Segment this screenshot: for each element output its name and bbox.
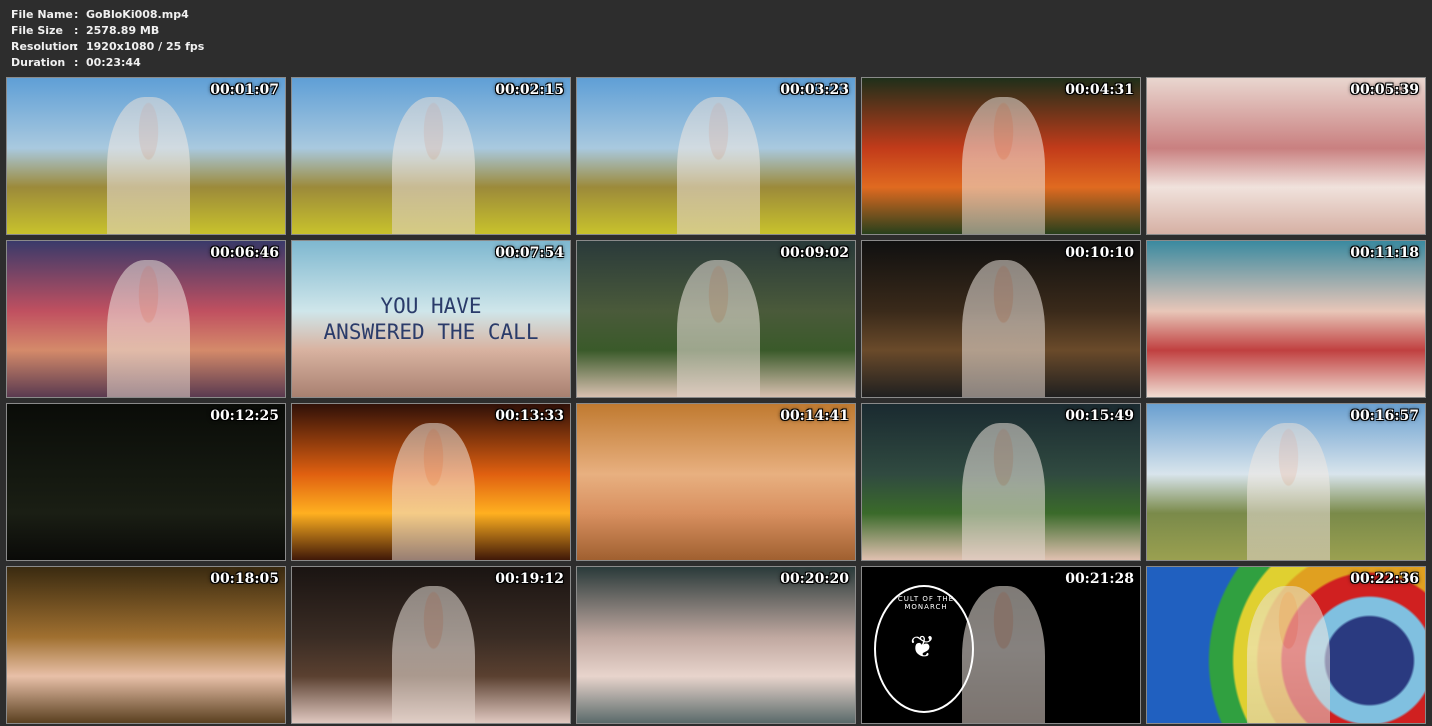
thumbnail-grid: 00:01:07 00:02:15 00:03:23 00:04:31 00:05:39… xyxy=(6,77,1426,724)
person-figure xyxy=(392,585,476,723)
timestamp-label: 00:14:41 xyxy=(780,408,849,424)
timestamp-label: 00:11:18 xyxy=(1350,245,1419,261)
timestamp-label: 00:15:49 xyxy=(1065,408,1134,424)
file-info-panel: File Name: GoBloKi008.mp4 File Size:2578.8… xyxy=(11,7,204,71)
thumbnail-frame-image xyxy=(7,404,285,560)
video-thumbnail[interactable]: CULT OF THE MONARCH ❦ 00:21:28 xyxy=(861,566,1141,724)
timestamp-label: 00:05:39 xyxy=(1350,82,1419,98)
video-thumbnail[interactable]: 00:09:02 xyxy=(576,240,856,398)
video-thumbnail[interactable]: 00:12:25 xyxy=(6,403,286,561)
timestamp-label: 00:13:33 xyxy=(495,408,564,424)
file-info-label: Duration xyxy=(11,56,66,69)
video-thumbnail[interactable]: 00:01:07 xyxy=(6,77,286,235)
person-figure xyxy=(1247,585,1331,723)
video-thumbnail[interactable]: 00:19:12 xyxy=(291,566,571,724)
timestamp-label: 00:03:23 xyxy=(780,82,849,98)
person-figure xyxy=(962,259,1046,397)
person-figure xyxy=(1247,422,1331,560)
timestamp-label: 00:06:46 xyxy=(210,245,279,261)
video-thumbnail[interactable]: 00:05:39 xyxy=(1146,77,1426,235)
person-figure xyxy=(107,96,191,234)
overlay-text-line: YOU HAVE xyxy=(380,294,482,318)
timestamp-label: 00:19:12 xyxy=(495,571,564,587)
butterfly-icon: ❦ xyxy=(910,630,936,665)
person-figure xyxy=(107,259,191,397)
timestamp-label: 00:21:28 xyxy=(1065,571,1134,587)
file-info-value: 00:23:44 xyxy=(86,56,141,69)
file-info-row: File Size:2578.89 MB xyxy=(11,23,204,39)
person-figure xyxy=(677,96,761,234)
file-info-label: File Name xyxy=(11,8,73,21)
video-thumbnail[interactable]: 00:22:36 xyxy=(1146,566,1426,724)
file-info-row: File Name: GoBloKi008.mp4 xyxy=(11,7,204,23)
person-figure xyxy=(392,422,476,560)
video-thumbnail[interactable]: 00:04:31 xyxy=(861,77,1141,235)
file-info-row: Duration:00:23:44 xyxy=(11,55,204,71)
timestamp-label: 00:02:15 xyxy=(495,82,564,98)
video-thumbnail[interactable]: 00:14:41 xyxy=(576,403,856,561)
file-info-separator: : xyxy=(74,40,79,53)
thumbnail-frame-image xyxy=(577,404,855,560)
video-thumbnail[interactable]: 00:18:05 xyxy=(6,566,286,724)
thumbnail-frame-image xyxy=(1147,241,1425,397)
file-info-value: 1920x1080 / 25 fps xyxy=(86,40,205,53)
timestamp-label: 00:20:20 xyxy=(780,571,849,587)
video-thumbnail[interactable]: 00:20:20 xyxy=(576,566,856,724)
person-figure xyxy=(392,96,476,234)
file-info-label: Resolution xyxy=(11,40,78,53)
timestamp-label: 00:04:31 xyxy=(1065,82,1134,98)
timestamp-label: 00:10:10 xyxy=(1065,245,1134,261)
video-thumbnail[interactable]: 00:06:46 xyxy=(6,240,286,398)
file-info-value: GoBloKi008.mp4 xyxy=(86,8,189,21)
timestamp-label: 00:01:07 xyxy=(210,82,279,98)
file-info-separator: : xyxy=(74,24,79,37)
file-info-label: File Size xyxy=(11,24,63,37)
cult-emblem-badge: CULT OF THE MONARCH ❦ xyxy=(874,585,974,713)
person-figure xyxy=(962,96,1046,234)
video-thumbnail[interactable]: 00:10:10 xyxy=(861,240,1141,398)
person-figure xyxy=(677,259,761,397)
timestamp-label: 00:07:54 xyxy=(495,245,564,261)
timestamp-label: 00:12:25 xyxy=(210,408,279,424)
thumbnail-frame-image xyxy=(577,567,855,723)
person-figure xyxy=(962,585,1046,723)
timestamp-label: 00:18:05 xyxy=(210,571,279,587)
badge-text: CULT OF THE MONARCH xyxy=(897,595,955,611)
video-thumbnail[interactable]: 00:16:57 xyxy=(1146,403,1426,561)
overlay-text-line: ANSWERED THE CALL xyxy=(323,320,539,344)
video-thumbnail[interactable]: 00:13:33 xyxy=(291,403,571,561)
timestamp-label: 00:16:57 xyxy=(1350,408,1419,424)
video-thumbnail[interactable]: 00:03:23 xyxy=(576,77,856,235)
video-thumbnail[interactable]: 00:15:49 xyxy=(861,403,1141,561)
thumbnail-frame-image xyxy=(7,567,285,723)
file-info-row: Resolution:1920x1080 / 25 fps xyxy=(11,39,204,55)
thumbnail-frame-image xyxy=(1147,78,1425,234)
overlay-text: YOU HAVE ANSWERED THE CALL xyxy=(292,293,570,345)
timestamp-label: 00:09:02 xyxy=(780,245,849,261)
file-info-value: 2578.89 MB xyxy=(86,24,160,37)
video-thumbnail[interactable]: YOU HAVE ANSWERED THE CALL 00:07:54 xyxy=(291,240,571,398)
person-figure xyxy=(962,422,1046,560)
timestamp-label: 00:22:36 xyxy=(1350,571,1419,587)
file-info-separator: : xyxy=(74,56,79,69)
file-info-separator: : xyxy=(74,8,79,21)
video-thumbnail[interactable]: 00:02:15 xyxy=(291,77,571,235)
video-thumbnail[interactable]: 00:11:18 xyxy=(1146,240,1426,398)
